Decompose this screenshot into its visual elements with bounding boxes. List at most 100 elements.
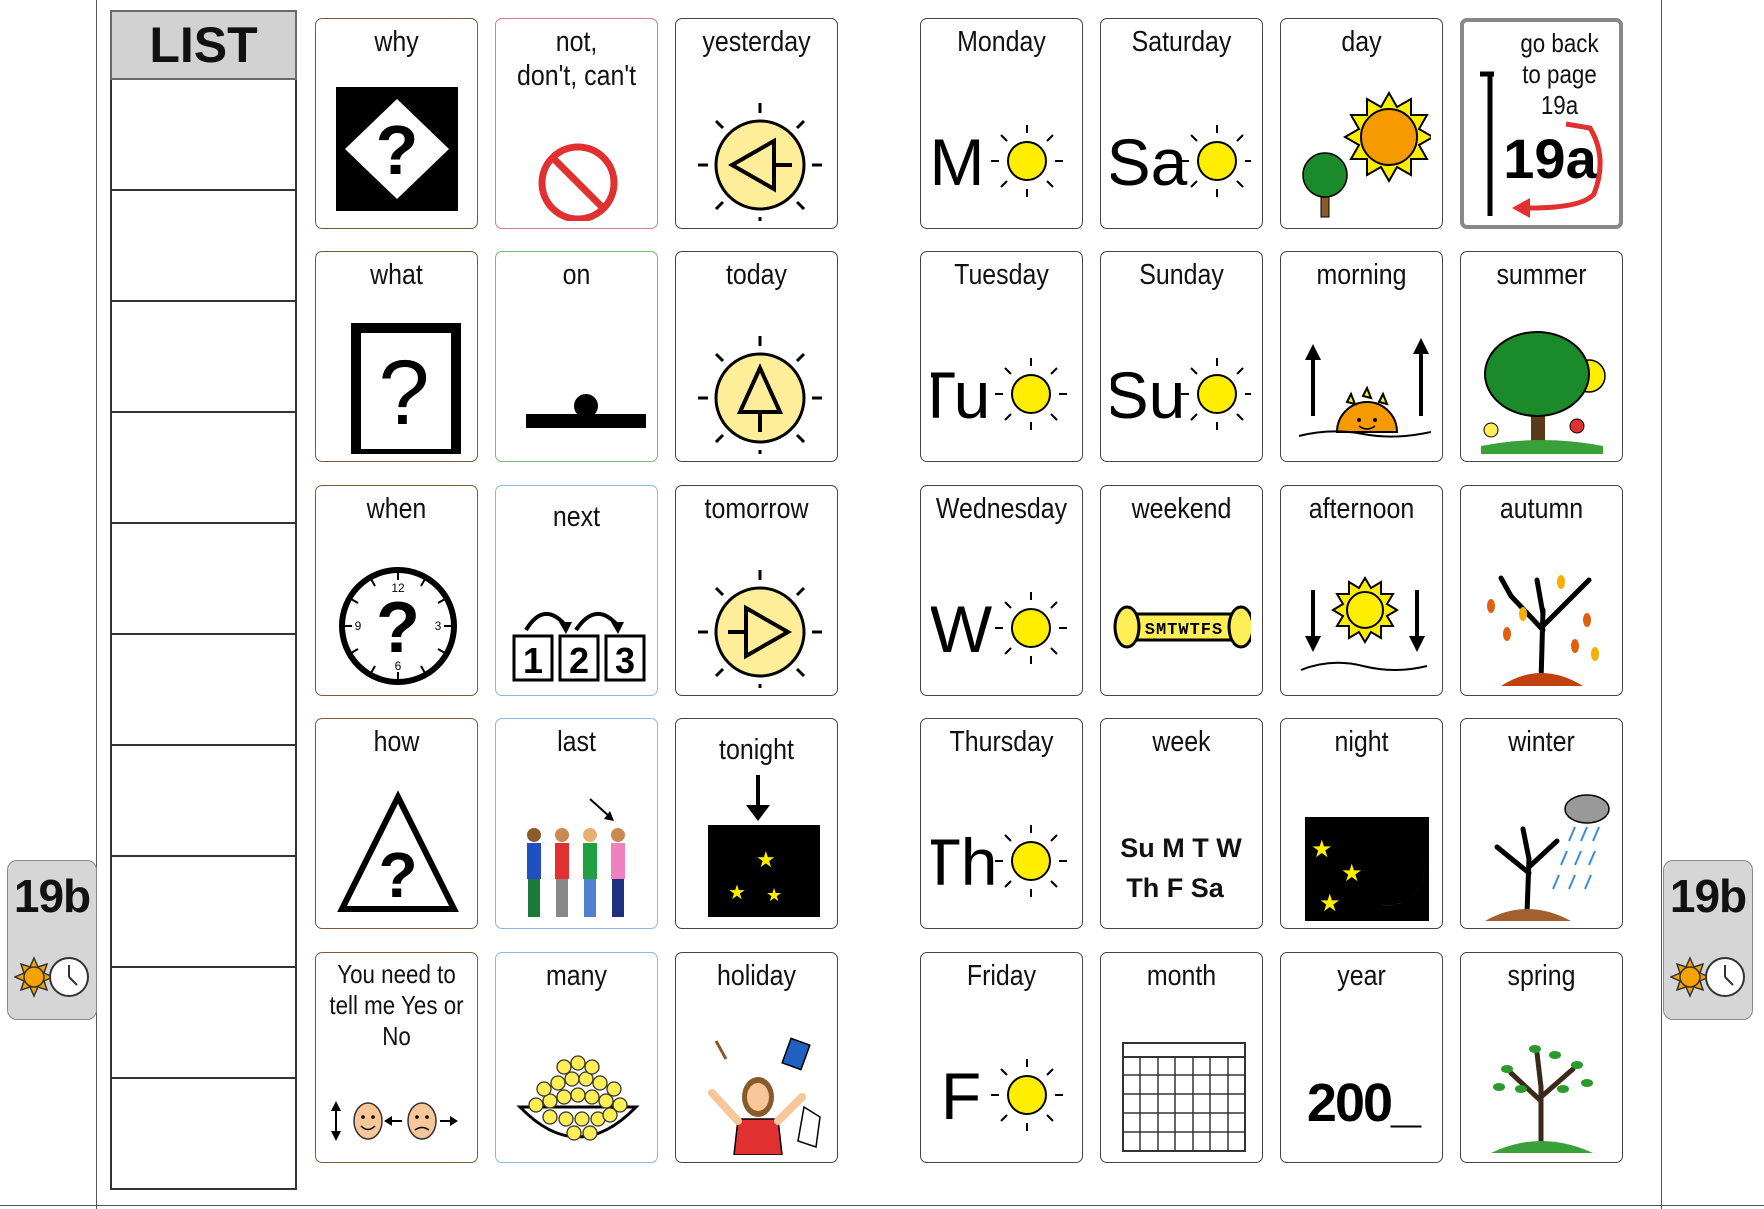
cell-what[interactable]: what ? bbox=[315, 251, 478, 462]
cell-monday[interactable]: Monday M bbox=[920, 18, 1083, 229]
cell-when[interactable]: when 12 3 6 9 ? bbox=[315, 485, 478, 696]
svg-text:★: ★ bbox=[728, 880, 746, 904]
week-row: Su M T W bbox=[1120, 833, 1242, 863]
day-abbrev: W bbox=[931, 592, 993, 666]
svg-text:★: ★ bbox=[1319, 889, 1341, 917]
sun-tree-icon bbox=[1302, 90, 1431, 218]
list-panel: LIST bbox=[110, 10, 297, 1190]
list-slot[interactable] bbox=[110, 524, 297, 635]
day-sun-icon: Tu bbox=[931, 358, 1067, 432]
question-box-icon: ? bbox=[351, 323, 461, 454]
sun-clock-icon bbox=[1670, 956, 1745, 998]
list-slot[interactable] bbox=[110, 191, 297, 302]
clock-number: 9 bbox=[355, 619, 362, 633]
day-sun-icon: Sa bbox=[1111, 125, 1251, 199]
cell-weekend[interactable]: weekend SMTWTFS bbox=[1100, 485, 1263, 696]
cell-spring[interactable]: spring bbox=[1460, 952, 1623, 1163]
cell-tonight[interactable]: tonight ★ ★ ★ bbox=[675, 718, 838, 929]
cell-tomorrow[interactable]: tomorrow bbox=[675, 485, 838, 696]
page-tab-left[interactable]: 19b bbox=[7, 860, 97, 1020]
svg-text:?: ? bbox=[378, 839, 417, 911]
cell-saturday[interactable]: Saturday Sa bbox=[1100, 18, 1263, 229]
cell-on[interactable]: on bbox=[495, 251, 658, 462]
cell-label: week bbox=[1152, 726, 1211, 758]
day-abbrev: F bbox=[941, 1059, 981, 1133]
on-icon bbox=[526, 394, 646, 428]
cell-not[interactable]: not, don't, can't bbox=[495, 18, 658, 229]
cell-winter[interactable]: winter bbox=[1460, 718, 1623, 929]
tonight-icon: ★ ★ ★ bbox=[708, 775, 820, 917]
list-slot[interactable] bbox=[110, 80, 297, 191]
cell-week[interactable]: week Su M T W Th F Sa bbox=[1100, 718, 1263, 929]
cell-night[interactable]: night ★ ★ ★ bbox=[1280, 718, 1443, 929]
question-clock-icon: 12 3 6 9 ? bbox=[339, 567, 457, 685]
sun-left-arrow-icon bbox=[698, 103, 822, 221]
cell-label: winter bbox=[1508, 726, 1575, 758]
yes-no-faces-icon bbox=[331, 1101, 458, 1141]
cell-label: month bbox=[1146, 960, 1217, 992]
cell-holiday[interactable]: holiday bbox=[675, 952, 838, 1163]
question-triangle-icon: ? bbox=[337, 790, 459, 912]
cell-many[interactable]: many bbox=[495, 952, 658, 1163]
cell-label: how bbox=[373, 726, 420, 758]
cell-label: tomorrow bbox=[704, 493, 809, 525]
cell-go-back[interactable]: go back to page 19a 19a bbox=[1460, 18, 1623, 229]
svg-text:★: ★ bbox=[756, 848, 776, 873]
cell-wednesday[interactable]: Wednesday W bbox=[920, 485, 1083, 696]
svg-text:★: ★ bbox=[1341, 859, 1363, 887]
summer-tree-icon bbox=[1481, 331, 1606, 454]
cell-how[interactable]: how ? bbox=[315, 718, 478, 929]
cell-label: tonight bbox=[719, 734, 794, 766]
day-abbrev: M bbox=[931, 125, 984, 199]
cell-last[interactable]: last bbox=[495, 718, 658, 929]
cell-label: autumn bbox=[1499, 493, 1584, 525]
cell-sunday[interactable]: Sunday Su bbox=[1100, 251, 1263, 462]
cell-year[interactable]: year 200_ bbox=[1280, 952, 1443, 1163]
question-diamond-icon: ? bbox=[336, 87, 458, 211]
holiday-person-icon bbox=[708, 1037, 821, 1155]
cell-summer[interactable]: summer bbox=[1460, 251, 1623, 462]
cell-afternoon[interactable]: afternoon bbox=[1280, 485, 1443, 696]
cell-label: what bbox=[370, 259, 423, 291]
list-slot[interactable] bbox=[110, 968, 297, 1079]
cell-label: Saturday bbox=[1131, 26, 1232, 58]
list-slot[interactable] bbox=[110, 635, 297, 746]
list-slot[interactable] bbox=[110, 857, 297, 968]
cell-yesterday[interactable]: yesterday bbox=[675, 18, 838, 229]
night-sky-icon: ★ ★ ★ bbox=[1305, 817, 1429, 921]
spring-tree-icon bbox=[1491, 1045, 1593, 1153]
list-slot[interactable] bbox=[110, 302, 297, 413]
page-tab-label: 19b bbox=[1669, 870, 1747, 922]
cell-autumn[interactable]: autumn bbox=[1460, 485, 1623, 696]
calendar-grid-icon bbox=[1122, 1042, 1246, 1152]
cell-label: today bbox=[725, 259, 788, 291]
list-slot[interactable] bbox=[110, 413, 297, 524]
cell-label: last bbox=[557, 726, 596, 758]
cell-next[interactable]: next 1 2 3 bbox=[495, 485, 658, 696]
autumn-tree-icon bbox=[1487, 575, 1599, 686]
day-sun-icon: M bbox=[931, 125, 1063, 199]
cell-friday[interactable]: Friday F bbox=[920, 952, 1083, 1163]
bowl-of-many-icon bbox=[516, 1055, 640, 1141]
cell-month[interactable]: month bbox=[1100, 952, 1263, 1163]
cell-tuesday[interactable]: Tuesday Tu bbox=[920, 251, 1083, 462]
cell-label: summer bbox=[1496, 259, 1587, 291]
page-tab-right[interactable]: 19b bbox=[1663, 860, 1753, 1020]
cell-thursday[interactable]: Thursday Th bbox=[920, 718, 1083, 929]
cell-why[interactable]: why ? bbox=[315, 18, 478, 229]
cell-morning[interactable]: morning bbox=[1280, 251, 1443, 462]
list-slot[interactable] bbox=[110, 746, 297, 857]
list-title: LIST bbox=[110, 10, 297, 80]
cell-label: weekend bbox=[1131, 493, 1232, 525]
svg-text:?: ? bbox=[378, 342, 429, 444]
cell-label: Sunday bbox=[1139, 259, 1224, 291]
list-slot[interactable] bbox=[110, 1079, 297, 1190]
next-number: 3 bbox=[615, 640, 635, 681]
cell-today[interactable]: today bbox=[675, 251, 838, 462]
day-sun-icon: Th bbox=[931, 825, 1067, 899]
cell-label: morning bbox=[1316, 259, 1407, 291]
day-sun-icon: W bbox=[931, 592, 1067, 666]
cell-you-need-to-tell[interactable]: You need to tell me Yes or No bbox=[315, 952, 478, 1163]
cell-label: next bbox=[552, 501, 601, 533]
cell-day[interactable]: day bbox=[1280, 18, 1443, 229]
